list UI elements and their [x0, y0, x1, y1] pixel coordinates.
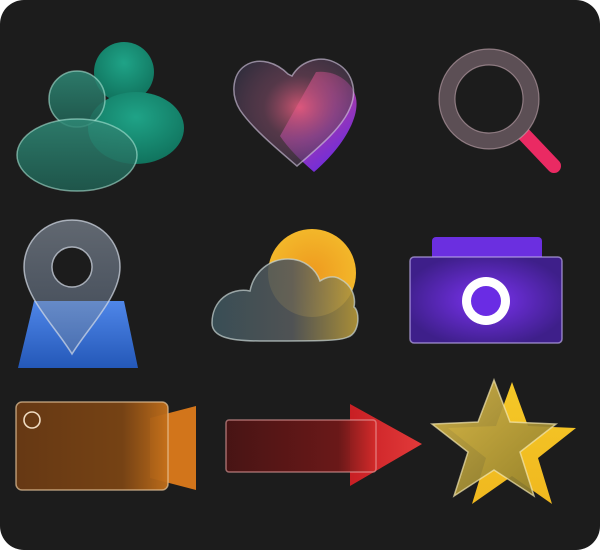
video-camera-icon[interactable] [0, 366, 200, 549]
icon-grid-panel [0, 0, 600, 550]
cloud-sun-icon[interactable] [200, 183, 400, 366]
heart-icon[interactable] [200, 0, 400, 183]
users-icon[interactable] [0, 0, 200, 192]
location-pin-icon[interactable] [0, 183, 200, 368]
arrow-right-icon[interactable] [200, 366, 422, 549]
search-icon[interactable] [400, 0, 600, 183]
camera-icon[interactable] [400, 183, 600, 366]
star-icon[interactable] [400, 366, 600, 549]
